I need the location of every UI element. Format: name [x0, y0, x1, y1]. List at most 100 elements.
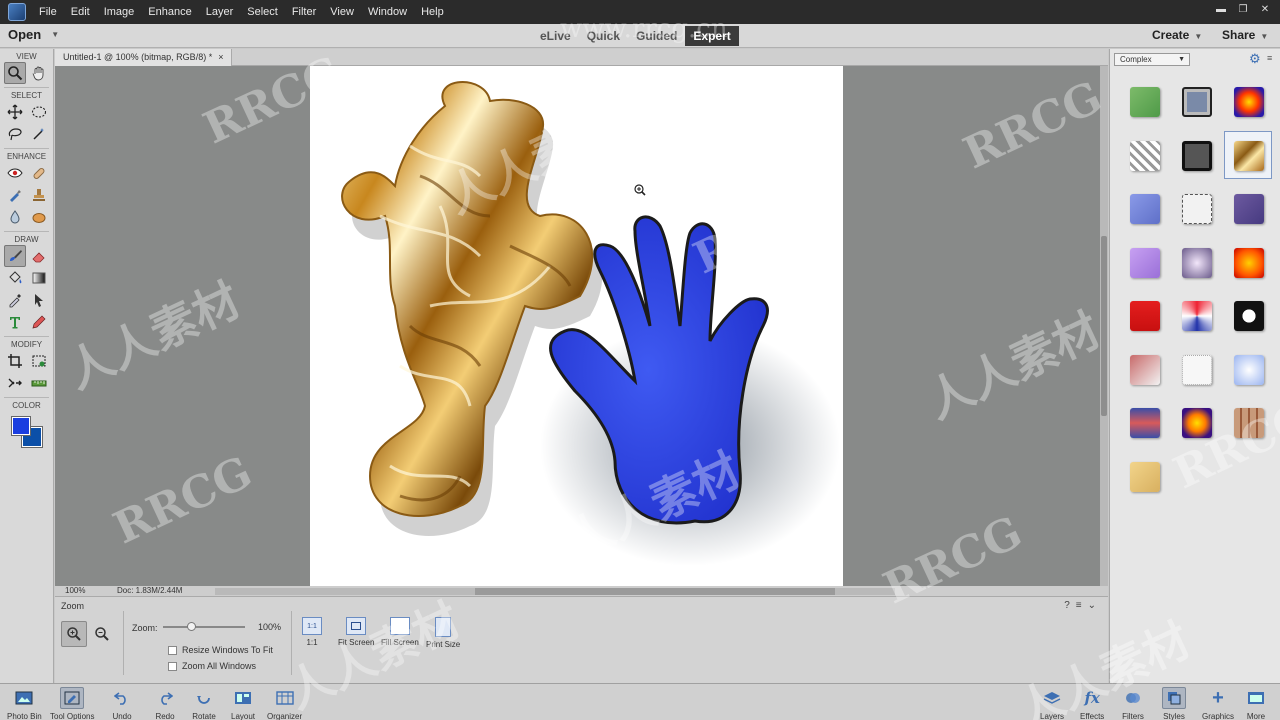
photo-bin-button[interactable]: Photo Bin [7, 687, 42, 720]
style-swatch[interactable] [1234, 354, 1264, 385]
checkbox-box[interactable] [168, 661, 177, 671]
menu-edit[interactable]: Edit [64, 6, 97, 18]
marquee-tool[interactable] [28, 101, 50, 123]
close-icon[interactable]: × [218, 49, 223, 66]
type-tool[interactable] [4, 311, 26, 333]
style-swatch[interactable] [1182, 140, 1212, 171]
fill-screen-button[interactable]: Fill Screen [381, 617, 419, 647]
style-swatch[interactable] [1182, 87, 1212, 117]
rotate-button[interactable]: Rotate [192, 687, 216, 720]
print-size-button[interactable]: Print Size [426, 617, 460, 649]
document-canvas[interactable] [310, 66, 843, 586]
style-swatch[interactable] [1130, 408, 1160, 438]
brush-tool[interactable] [3, 245, 26, 267]
open-button[interactable]: Open ▼ [8, 27, 59, 42]
menu-filter[interactable]: Filter [285, 6, 323, 18]
menu-icon[interactable]: ≡ [1076, 600, 1082, 611]
hand-tool[interactable] [28, 62, 50, 84]
vertical-scrollbar[interactable] [1100, 66, 1108, 586]
document-tab[interactable]: Untitled-1 @ 100% (bitmap, RGB/8) * × [55, 49, 233, 66]
style-swatch[interactable] [1130, 301, 1160, 331]
crop-tool[interactable] [4, 350, 26, 372]
lasso-tool[interactable] [4, 123, 26, 145]
graphics-button[interactable]: + Graphics [1202, 687, 1234, 720]
one-to-one-button[interactable]: 1:1 1:1 [302, 617, 322, 647]
menu-file[interactable]: File [32, 6, 64, 18]
paint-bucket-tool[interactable] [4, 267, 26, 289]
close-icon[interactable]: ✕ [1256, 2, 1274, 18]
redo-button[interactable]: Redo [153, 687, 177, 720]
layers-button[interactable]: Layers [1040, 687, 1064, 720]
tab-guided[interactable]: Guided [628, 26, 685, 46]
canvas-area[interactable] [55, 66, 1100, 586]
restore-icon[interactable]: ❐ [1234, 2, 1252, 18]
tab-expert[interactable]: Expert [685, 26, 739, 46]
undo-button[interactable]: Undo [110, 687, 134, 720]
gradient-tool[interactable] [28, 267, 50, 289]
share-button[interactable]: Share ▼ [1222, 28, 1268, 42]
resize-windows-checkbox[interactable]: Resize Windows To Fit [168, 645, 273, 655]
chevron-down-icon[interactable]: ⌄ [1088, 600, 1096, 611]
filters-button[interactable]: Filters [1121, 687, 1145, 720]
create-button[interactable]: Create ▼ [1152, 28, 1202, 42]
move-tool[interactable] [4, 101, 26, 123]
content-aware-move-tool[interactable] [4, 372, 26, 394]
tool-options-button[interactable]: Tool Options [50, 687, 94, 720]
menu-enhance[interactable]: Enhance [141, 6, 198, 18]
zoom-status[interactable]: 100% [65, 586, 85, 595]
horizontal-scrollbar[interactable] [215, 588, 895, 595]
menu-window[interactable]: Window [361, 6, 414, 18]
eyedropper-tool[interactable] [4, 289, 26, 311]
more-button[interactable]: More [1244, 687, 1268, 720]
panel-menu-icon[interactable]: ≡ [1267, 53, 1272, 63]
checkbox-box[interactable] [168, 645, 177, 655]
menu-view[interactable]: View [323, 6, 361, 18]
effects-button[interactable]: fx Effects [1080, 687, 1104, 720]
quick-selection-tool[interactable] [28, 123, 50, 145]
menu-image[interactable]: Image [97, 6, 142, 18]
smart-brush-tool[interactable] [4, 184, 26, 206]
pencil-tool[interactable] [28, 311, 50, 333]
menu-help[interactable]: Help [414, 6, 451, 18]
clone-stamp-tool[interactable] [28, 184, 50, 206]
style-swatch[interactable] [1182, 194, 1212, 224]
vertical-scroll-thumb[interactable] [1101, 236, 1107, 416]
recompose-tool[interactable] [28, 350, 50, 372]
document-size-status[interactable]: Doc: 1.83M/2.44M [117, 586, 182, 595]
style-swatch[interactable] [1234, 87, 1264, 117]
gear-icon[interactable]: ⚙ [1249, 51, 1261, 67]
zoom-tool[interactable] [3, 62, 26, 84]
organizer-button[interactable]: Organizer [267, 687, 302, 720]
sponge-tool[interactable] [28, 206, 50, 228]
style-category-select[interactable]: Complex ▼ [1114, 53, 1190, 66]
custom-shape-tool[interactable] [28, 289, 50, 311]
menu-layer[interactable]: Layer [199, 6, 241, 18]
fit-screen-button[interactable]: Fit Screen [338, 617, 374, 647]
minimize-icon[interactable]: ▬ [1212, 2, 1230, 18]
style-swatch[interactable] [1234, 140, 1264, 171]
style-swatch[interactable] [1130, 461, 1160, 492]
styles-button[interactable]: Styles [1162, 687, 1186, 720]
zoom-out-button[interactable] [91, 621, 113, 647]
style-swatch[interactable] [1234, 301, 1264, 331]
menu-select[interactable]: Select [240, 6, 285, 18]
style-swatch[interactable] [1182, 247, 1212, 278]
help-icon[interactable]: ? [1064, 600, 1070, 611]
style-swatch[interactable] [1182, 301, 1212, 331]
horizontal-scroll-thumb[interactable] [475, 588, 835, 595]
style-swatch[interactable] [1130, 247, 1160, 278]
straighten-tool[interactable] [28, 372, 50, 394]
foreground-color-swatch[interactable] [11, 416, 31, 436]
zoom-in-button[interactable] [61, 621, 87, 647]
spot-healing-tool[interactable] [28, 162, 50, 184]
red-eye-tool[interactable] [4, 162, 26, 184]
style-swatch[interactable] [1130, 87, 1160, 117]
style-swatch[interactable] [1130, 354, 1160, 385]
zoom-slider-knob[interactable] [187, 622, 196, 631]
style-swatch[interactable] [1234, 408, 1264, 438]
tab-elive[interactable]: eLive [532, 26, 579, 46]
style-swatch[interactable] [1130, 140, 1160, 171]
style-swatch[interactable] [1234, 194, 1264, 224]
layout-button[interactable]: Layout [231, 687, 255, 720]
zoom-slider[interactable] [163, 622, 245, 631]
